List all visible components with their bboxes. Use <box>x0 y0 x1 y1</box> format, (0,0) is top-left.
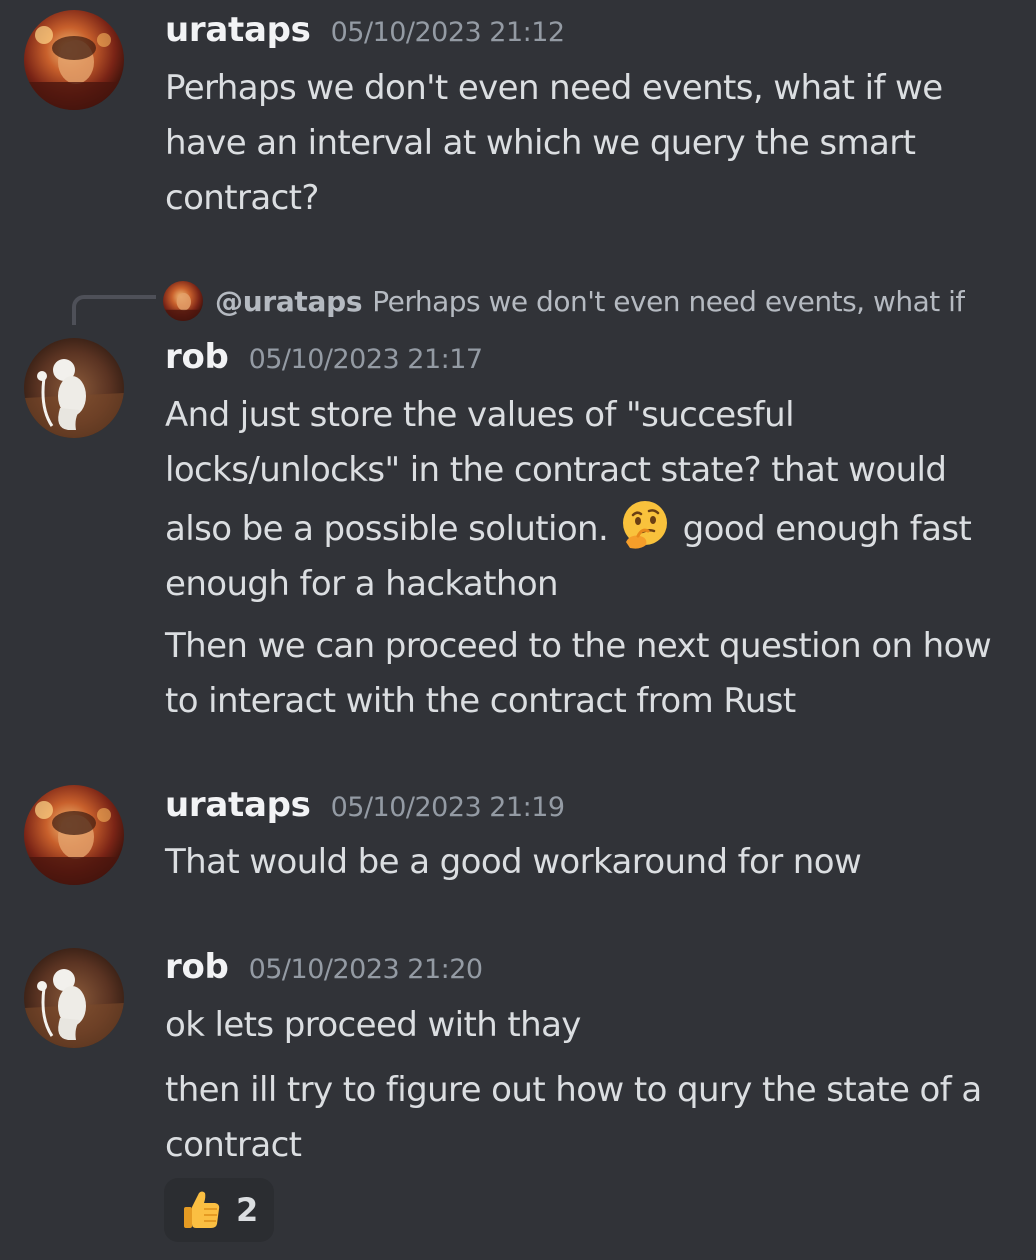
avatar[interactable] <box>24 10 124 110</box>
timestamp: 05/10/2023 21:12 <box>330 17 566 48</box>
avatar[interactable] <box>24 948 124 1048</box>
message-header: urataps 05/10/2023 21:12 <box>165 10 565 60</box>
message-text: Then we can proceed to the next question… <box>165 626 1002 721</box>
thinking-face-icon[interactable] <box>618 498 672 552</box>
message-text: Perhaps we don't even need events, what … <box>165 68 953 218</box>
reaction-button[interactable]: 2 <box>164 1178 274 1242</box>
username[interactable]: urataps <box>165 10 311 50</box>
reply-preview[interactable]: @urataps Perhaps we don't even need even… <box>163 277 1013 325</box>
thumbs-up-icon <box>184 1191 220 1228</box>
reply-avatar <box>163 281 203 321</box>
message-header: rob 05/10/2023 21:17 <box>165 337 483 387</box>
avatar[interactable] <box>24 785 124 885</box>
message-text: And just store the values of "succesful … <box>165 388 1000 612</box>
timestamp: 05/10/2023 21:20 <box>248 954 484 985</box>
reaction-count: 2 <box>236 1191 259 1229</box>
timestamp: 05/10/2023 21:17 <box>248 344 484 375</box>
username[interactable]: urataps <box>165 785 311 825</box>
reply-connector <box>72 295 156 325</box>
message-text: That would be a good workaround for now <box>165 842 862 882</box>
username[interactable]: rob <box>165 947 229 987</box>
username[interactable]: rob <box>165 337 229 377</box>
message-text: ok lets proceed with thay <box>165 1005 581 1045</box>
message-header: rob 05/10/2023 21:20 <box>165 947 483 997</box>
avatar[interactable] <box>24 338 124 438</box>
reply-author[interactable]: @urataps <box>215 285 363 318</box>
timestamp: 05/10/2023 21:19 <box>330 792 566 823</box>
message-header: urataps 05/10/2023 21:19 <box>165 785 565 835</box>
reply-text: Perhaps we don't even need events, what … <box>372 284 965 318</box>
message-text: then ill try to figure out how to qury t… <box>165 1070 992 1165</box>
